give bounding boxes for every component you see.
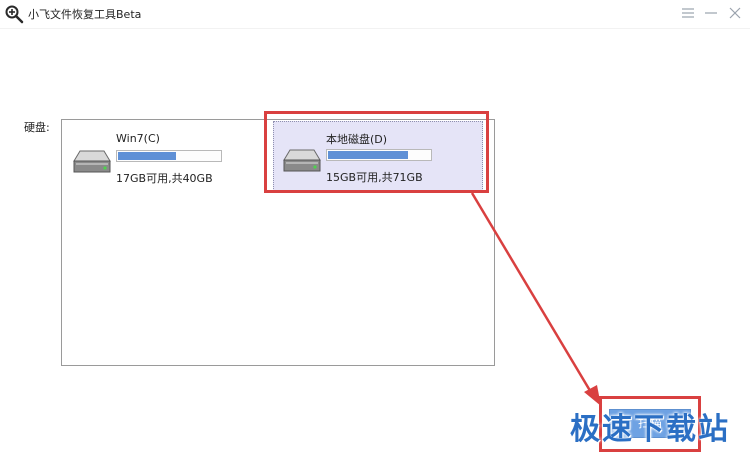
window-title: 小飞文件恢复工具Beta bbox=[28, 8, 142, 21]
disk-section-label: 硬盘: bbox=[24, 121, 50, 134]
drive-capacity: 17GB可用,共40GB bbox=[116, 172, 213, 185]
drive-name: 本地磁盘(D) bbox=[326, 133, 388, 146]
hard-drive-icon bbox=[72, 149, 112, 175]
magnifier-plus-icon bbox=[4, 4, 24, 24]
drive-name: Win7(C) bbox=[116, 132, 160, 145]
menu-icon[interactable] bbox=[679, 5, 697, 21]
hard-drive-icon bbox=[282, 148, 322, 174]
drive-item-c[interactable]: Win7(C) 17GB可用,共40GB bbox=[64, 123, 274, 193]
drive-usage-fill bbox=[118, 152, 176, 160]
drive-item-d[interactable]: 本地磁盘(D) 15GB可用,共71GB bbox=[273, 121, 483, 191]
drive-usage-bar bbox=[116, 150, 222, 162]
title-bar: 小飞文件恢复工具Beta bbox=[0, 0, 750, 28]
minimize-icon[interactable] bbox=[702, 5, 720, 21]
drive-usage-fill bbox=[328, 151, 409, 159]
drive-usage-bar bbox=[326, 149, 432, 161]
drive-capacity: 15GB可用,共71GB bbox=[326, 171, 423, 184]
title-divider bbox=[0, 28, 750, 29]
close-icon[interactable] bbox=[726, 5, 744, 21]
drive-list-panel: Win7(C) 17GB可用,共40GB 本地磁盘(D) 15GB可用,共71G… bbox=[61, 119, 495, 366]
watermark-text: 极速下载站 bbox=[570, 412, 730, 447]
